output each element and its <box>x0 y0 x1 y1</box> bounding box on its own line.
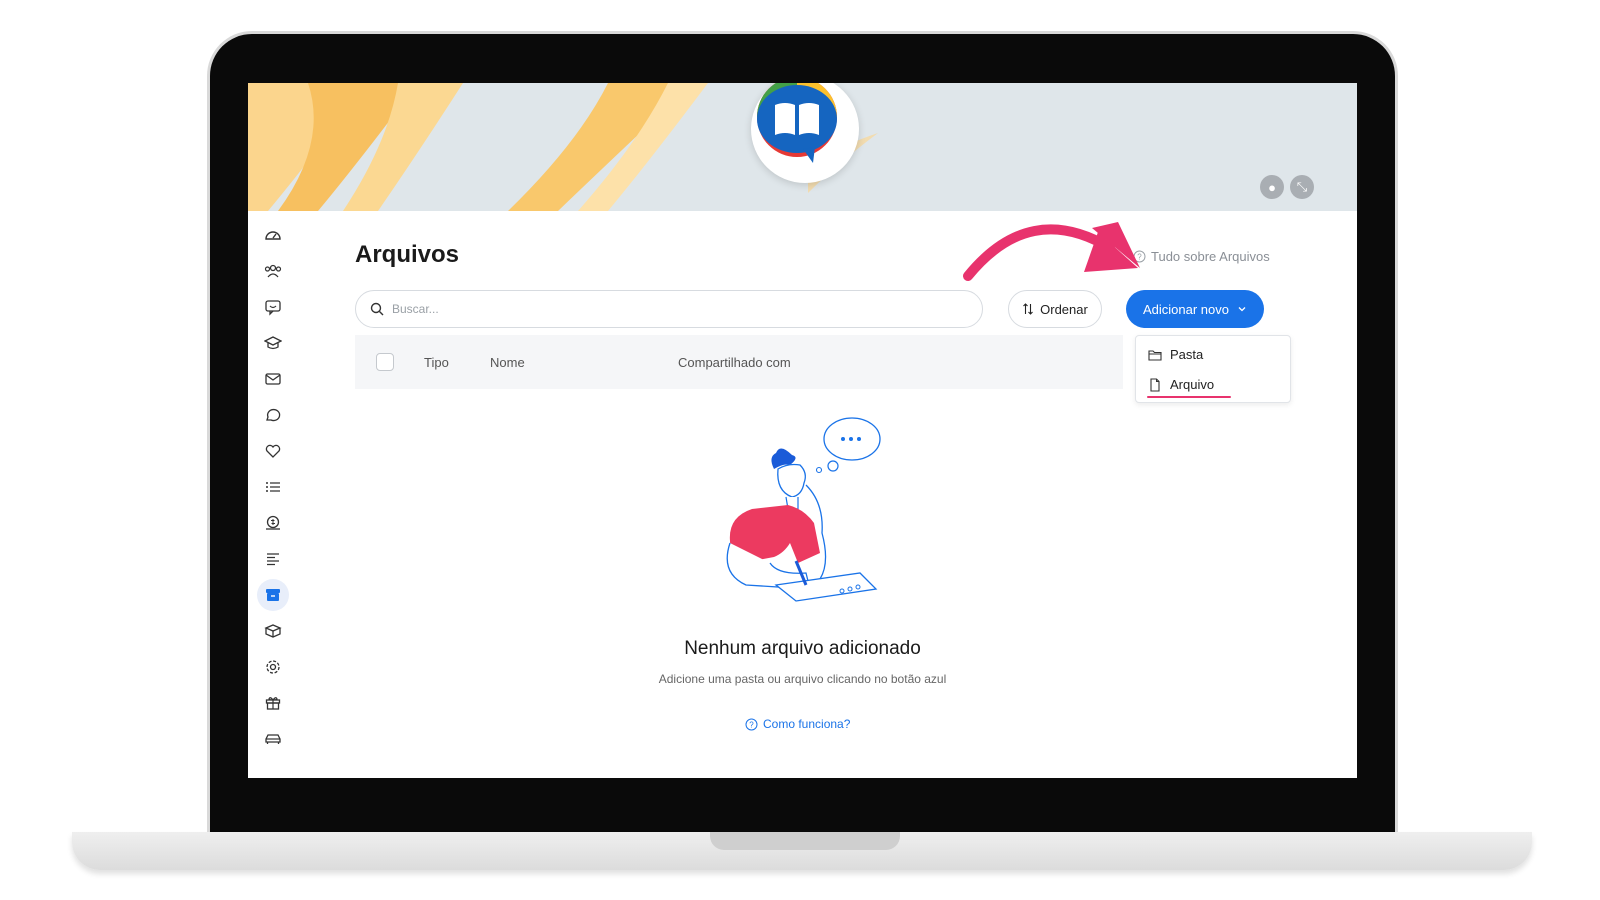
column-header-name[interactable]: Nome <box>490 355 525 370</box>
menu-item-file-label: Arquivo <box>1170 377 1215 392</box>
add-new-dropdown-menu: Pasta Arquivo <box>1135 335 1291 403</box>
book-chat-logo-icon <box>757 83 837 163</box>
sidebar-item-transport[interactable] <box>257 723 289 755</box>
table-header: Tipo Nome Compartilhado com <box>355 335 1123 389</box>
page-title: Arquivos <box>355 241 460 268</box>
laptop-notch <box>710 832 900 850</box>
sidebar-item-dashboard[interactable] <box>257 219 289 251</box>
sidebar-item-users[interactable] <box>257 255 289 287</box>
help-circle-icon: ? <box>745 718 758 730</box>
sidebar-item-favorites[interactable] <box>257 435 289 467</box>
search-icon <box>370 302 384 316</box>
help-link-label: Tudo sobre Arquivos <box>1151 249 1270 264</box>
how-it-works-label: Como funciona? <box>763 717 851 731</box>
annotation-underline <box>1147 396 1231 398</box>
archive-icon <box>266 589 280 601</box>
car-icon <box>265 734 281 744</box>
sidebar-item-rewards[interactable] <box>257 687 289 719</box>
collapse-icon: ⤡ <box>1296 179 1308 194</box>
sidebar-item-courses[interactable] <box>257 327 289 359</box>
sidebar-nav <box>248 211 298 778</box>
add-new-button-label: Adicionar novo <box>1143 301 1229 317</box>
empty-state-subtitle: Adicione uma pasta ou arquivo clicando n… <box>658 672 947 686</box>
money-icon <box>266 515 280 530</box>
chevron-down-icon <box>1238 307 1246 312</box>
sidebar-item-mail[interactable] <box>257 363 289 395</box>
add-new-button[interactable]: Adicionar novo <box>1126 290 1264 328</box>
file-icon <box>1150 377 1160 392</box>
dashboard-icon <box>265 231 281 240</box>
svg-text:?: ? <box>749 720 754 729</box>
column-header-type[interactable]: Tipo <box>424 355 449 370</box>
folder-icon <box>1148 349 1162 361</box>
heart-icon <box>265 444 281 458</box>
menu-item-file[interactable]: Arquivo <box>1148 377 1214 392</box>
empty-state-title: Nenhum arquivo adicionado <box>684 638 921 659</box>
cover-banner: ● ⤡ <box>248 83 1357 211</box>
menu-item-folder[interactable]: Pasta <box>1148 347 1203 362</box>
sidebar-item-list[interactable] <box>257 471 289 503</box>
sort-button-label: Ordenar <box>1040 301 1088 317</box>
sidebar-item-posts[interactable] <box>257 543 289 575</box>
collapse-button[interactable]: ⤡ <box>1290 175 1314 199</box>
search-input[interactable] <box>392 302 952 316</box>
help-link-files[interactable]: ? Tudo sobre Arquivos <box>1133 249 1270 264</box>
sidebar-item-files[interactable] <box>257 579 289 611</box>
how-it-works-link[interactable]: ? Como funciona? <box>745 717 850 731</box>
palette-icon: ● <box>1268 179 1276 195</box>
search-bar <box>355 290 983 328</box>
sidebar-item-finance[interactable] <box>257 507 289 539</box>
menu-item-folder-label: Pasta <box>1170 347 1204 362</box>
svg-text:?: ? <box>1137 253 1142 262</box>
app-screen: ● ⤡ Arquivos ? Tudo sobre Arquivos Busca… <box>248 83 1357 778</box>
column-header-shared[interactable]: Compartilhado com <box>678 355 791 370</box>
gift-icon <box>265 697 281 710</box>
theme-palette-button[interactable]: ● <box>1260 175 1284 199</box>
text-lines-icon <box>267 553 279 566</box>
sidebar-item-feedback[interactable] <box>257 291 289 323</box>
users-icon <box>264 264 282 278</box>
feedback-icon <box>265 300 281 316</box>
sort-button[interactable]: Ordenar <box>1008 290 1102 328</box>
sort-arrows-icon <box>1023 303 1034 315</box>
chat-icon <box>266 408 281 422</box>
help-circle-icon: ? <box>1133 250 1146 263</box>
mail-icon <box>265 373 281 385</box>
select-all-checkbox[interactable] <box>376 353 394 371</box>
graduation-icon <box>264 336 282 350</box>
thinking-person-illustration <box>726 417 881 602</box>
list-icon <box>266 482 280 492</box>
sidebar-item-chat[interactable] <box>257 399 289 431</box>
